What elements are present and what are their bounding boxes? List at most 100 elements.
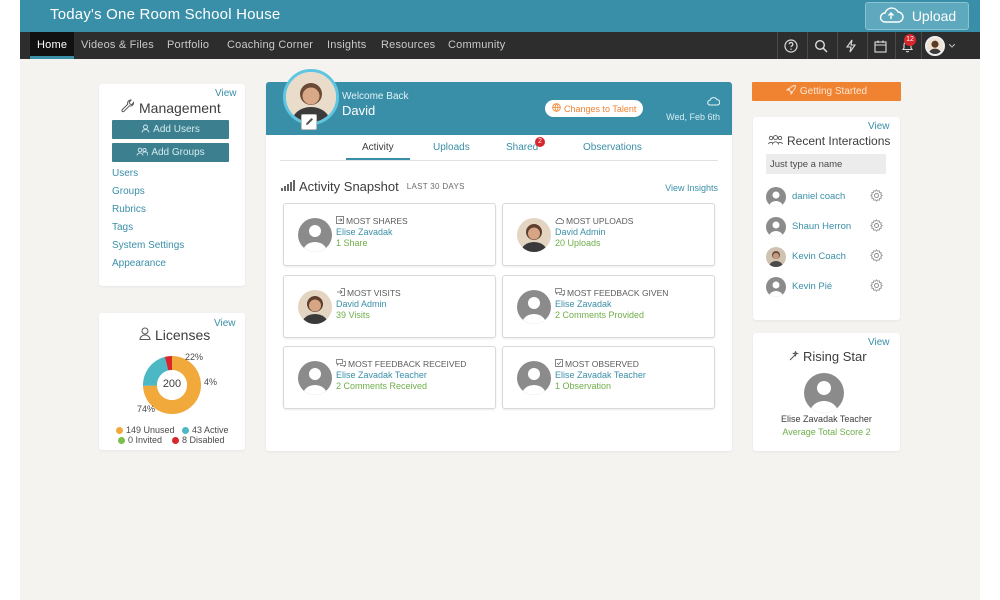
- stat-label-text: MOST UPLOADS: [566, 216, 634, 226]
- avatar: [766, 247, 786, 267]
- nav-coaching-corner[interactable]: Coaching Corner: [227, 32, 313, 59]
- stat-most-observed[interactable]: MOST OBSERVED Elise Zavadak Teacher 1 Ob…: [502, 346, 715, 409]
- tab-uploads[interactable]: Uploads: [433, 142, 470, 153]
- add-groups-button[interactable]: Add Groups: [112, 143, 229, 162]
- stat-label-text: MOST FEEDBACK GIVEN: [567, 288, 669, 298]
- view-insights-link[interactable]: View Insights: [665, 183, 718, 193]
- notification-count-badge: 12: [904, 34, 916, 46]
- wrench-icon: [121, 99, 135, 116]
- management-link-users[interactable]: Users: [112, 168, 138, 179]
- stat-person-name[interactable]: Elise Zavadak: [336, 227, 393, 237]
- management-link-tags[interactable]: Tags: [112, 222, 133, 233]
- stat-label: MOST VISITS: [336, 288, 401, 298]
- stat-most-feedback-given[interactable]: MOST FEEDBACK GIVEN Elise Zavadak 2 Comm…: [502, 275, 715, 338]
- avatar: [298, 218, 332, 252]
- stat-person-name[interactable]: David Admin: [555, 227, 606, 237]
- snapshot-period: LAST 30 DAYS: [406, 182, 465, 191]
- upload-button[interactable]: Upload: [865, 2, 969, 30]
- gear-icon[interactable]: [870, 219, 883, 237]
- user-avatar[interactable]: [925, 36, 945, 56]
- comments-icon: [555, 288, 565, 298]
- login-icon: [336, 288, 345, 298]
- interaction-row[interactable]: Kevin Coach: [766, 247, 886, 267]
- management-card: View Management Add Users Add Groups Use…: [99, 84, 245, 286]
- legend-label: 0 Invited: [128, 435, 163, 445]
- management-link-appearance[interactable]: Appearance: [112, 258, 166, 269]
- main-nav: Home Videos & Files Portfolio Coaching C…: [20, 32, 980, 59]
- search-icon[interactable]: [812, 37, 830, 55]
- management-view-link[interactable]: View: [215, 88, 237, 99]
- gear-icon[interactable]: [870, 189, 883, 207]
- stat-most-uploads[interactable]: MOST UPLOADS David Admin 20 Uploads: [502, 203, 715, 266]
- nav-divider: [837, 32, 838, 59]
- changes-to-talent-button[interactable]: Changes to Talent: [545, 100, 644, 117]
- licenses-view-link[interactable]: View: [214, 318, 236, 329]
- stat-label-text: MOST FEEDBACK RECEIVED: [348, 359, 467, 369]
- management-link-rubrics[interactable]: Rubrics: [112, 204, 146, 215]
- stat-person-name[interactable]: Elise Zavadak: [555, 299, 612, 309]
- edit-avatar-button[interactable]: [301, 114, 317, 130]
- nav-videos-files[interactable]: Videos & Files: [81, 32, 154, 59]
- stat-value: 1 Share: [336, 238, 368, 248]
- getting-started-button[interactable]: Getting Started: [752, 82, 901, 101]
- nav-resources[interactable]: Resources: [381, 32, 435, 59]
- legend-label: 43 Active: [192, 425, 229, 435]
- recent-interactions-view-link[interactable]: View: [868, 121, 890, 132]
- chevron-down-icon[interactable]: [947, 37, 957, 55]
- nav-divider: [807, 32, 808, 59]
- stat-most-feedback-received[interactable]: MOST FEEDBACK RECEIVED Elise Zavadak Tea…: [283, 346, 496, 409]
- avatar: [766, 217, 786, 237]
- help-icon[interactable]: [782, 37, 800, 55]
- recent-interactions-title-text: Recent Interactions: [787, 134, 891, 148]
- interaction-person-name[interactable]: daniel coach: [792, 191, 845, 202]
- stat-label: MOST SHARES: [336, 216, 408, 226]
- nav-home[interactable]: Home: [30, 32, 75, 59]
- stat-value: 1 Observation: [555, 381, 612, 391]
- shared-count-badge: 2: [535, 137, 545, 147]
- stat-value: 2 Comments Received: [336, 381, 428, 391]
- stat-person-name[interactable]: Elise Zavadak Teacher: [336, 370, 427, 380]
- interaction-person-name[interactable]: Kevin Coach: [792, 251, 846, 262]
- gear-icon[interactable]: [870, 249, 883, 267]
- signal-bars-icon: [281, 179, 295, 194]
- stat-person-name[interactable]: David Admin: [336, 299, 387, 309]
- tab-shared[interactable]: Shared: [506, 142, 538, 153]
- tab-activity[interactable]: Activity: [362, 142, 394, 153]
- interaction-row[interactable]: Kevin Pié: [766, 277, 886, 297]
- profile-banner: Welcome Back David Changes to Talent Wed…: [266, 69, 732, 135]
- stat-value: 39 Visits: [336, 310, 370, 320]
- interactions-search-input[interactable]: [766, 154, 886, 174]
- nav-portfolio[interactable]: Portfolio: [167, 32, 209, 59]
- interaction-person-name[interactable]: Kevin Pié: [792, 281, 832, 292]
- gear-icon[interactable]: [870, 279, 883, 297]
- globe-icon: [552, 103, 561, 114]
- nav-insights[interactable]: Insights: [327, 32, 367, 59]
- rising-star-view-link[interactable]: View: [868, 337, 890, 348]
- avatar: [766, 277, 786, 297]
- nav-community[interactable]: Community: [448, 32, 505, 59]
- legend-dot: [182, 426, 189, 434]
- avatar[interactable]: [804, 373, 844, 413]
- stat-label: MOST FEEDBACK RECEIVED: [336, 359, 466, 369]
- management-link-groups[interactable]: Groups: [112, 186, 145, 197]
- stat-person-name[interactable]: Elise Zavadak Teacher: [555, 370, 646, 380]
- rising-star-name[interactable]: Elise Zavadak Teacher: [753, 414, 900, 424]
- stat-most-visits[interactable]: MOST VISITS David Admin 39 Visits: [283, 275, 496, 338]
- share-icon: [336, 216, 344, 226]
- tab-observations[interactable]: Observations: [583, 142, 642, 153]
- management-link-system-settings[interactable]: System Settings: [112, 240, 184, 251]
- interaction-person-name[interactable]: Shaun Herron: [792, 221, 851, 232]
- interaction-row[interactable]: Shaun Herron: [766, 217, 886, 237]
- licenses-title: Licenses: [139, 327, 210, 343]
- add-groups-label: Add Groups: [151, 147, 205, 158]
- pct-disabled: 4%: [204, 377, 218, 387]
- app-title: Today's One Room School House: [50, 6, 281, 23]
- stat-most-shares[interactable]: MOST SHARES Elise Zavadak 1 Share: [283, 203, 496, 266]
- calendar-icon[interactable]: [871, 37, 889, 55]
- add-users-button[interactable]: Add Users: [112, 120, 229, 139]
- legend-disabled: 8 Disabled: [172, 435, 225, 445]
- cloud-weather-icon: [706, 93, 721, 111]
- interaction-row[interactable]: daniel coach: [766, 187, 886, 207]
- stat-label-text: MOST VISITS: [347, 288, 401, 298]
- lightning-icon[interactable]: [842, 37, 860, 55]
